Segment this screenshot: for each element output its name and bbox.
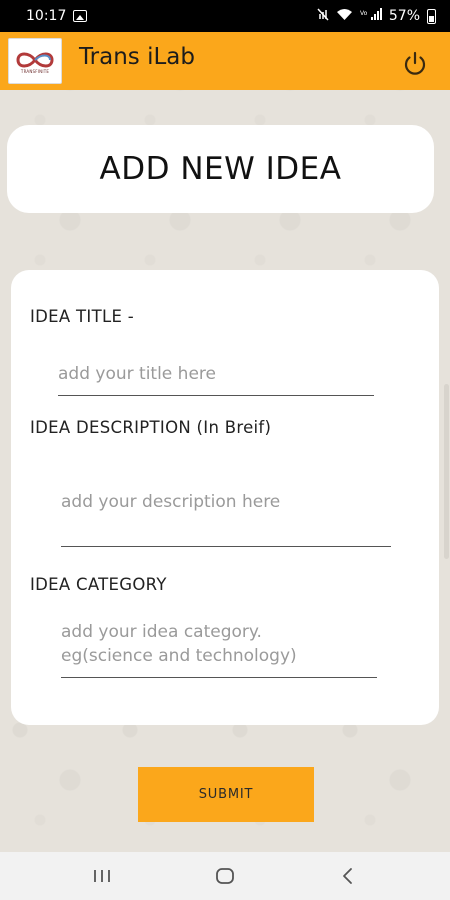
app-logo: TRANSFINITE	[8, 38, 62, 84]
status-bar: 10:17 Vo 57%	[0, 0, 450, 32]
title-field	[58, 364, 374, 396]
title-label: IDEA TITLE -	[30, 307, 134, 326]
power-button[interactable]	[398, 49, 432, 79]
back-icon	[343, 868, 353, 884]
description-field	[61, 492, 391, 547]
recents-icon	[93, 870, 110, 882]
signal-icon: Vo	[360, 7, 382, 25]
app-title: Trans iLab	[79, 44, 195, 70]
app-bar: TRANSFINITE Trans iLab	[0, 32, 450, 90]
description-label: IDEA DESCRIPTION (In Breif)	[30, 418, 272, 437]
category-field	[61, 620, 377, 678]
description-input[interactable]	[61, 492, 391, 512]
scrollbar[interactable]	[444, 384, 449, 559]
submit-button[interactable]: SUBMIT	[138, 767, 314, 822]
system-nav-bar	[0, 852, 450, 900]
svg-text:Vo: Vo	[360, 10, 368, 17]
logo-text: TRANSFINITE	[20, 68, 50, 74]
recents-button[interactable]	[82, 856, 122, 896]
image-icon	[73, 10, 88, 22]
title-input[interactable]	[58, 364, 374, 384]
wifi-icon	[336, 8, 353, 25]
status-right: Vo 57%	[317, 7, 436, 25]
battery-percent: 57%	[388, 8, 420, 24]
mute-icon	[317, 8, 329, 24]
category-input[interactable]	[61, 620, 377, 674]
idea-form: IDEA TITLE - IDEA DESCRIPTION (In Breif)…	[11, 270, 439, 725]
status-left: 10:17	[26, 8, 88, 24]
status-time: 10:17	[26, 8, 67, 24]
power-icon	[404, 51, 426, 75]
back-button[interactable]	[328, 856, 368, 896]
header-card: ADD NEW IDEA	[7, 125, 434, 213]
infinity-logo-icon	[16, 52, 54, 67]
home-icon	[216, 868, 234, 884]
home-button[interactable]	[205, 856, 245, 896]
page-title: ADD NEW IDEA	[99, 151, 342, 187]
battery-icon	[427, 8, 436, 24]
category-label: IDEA CATEGORY	[30, 575, 167, 594]
